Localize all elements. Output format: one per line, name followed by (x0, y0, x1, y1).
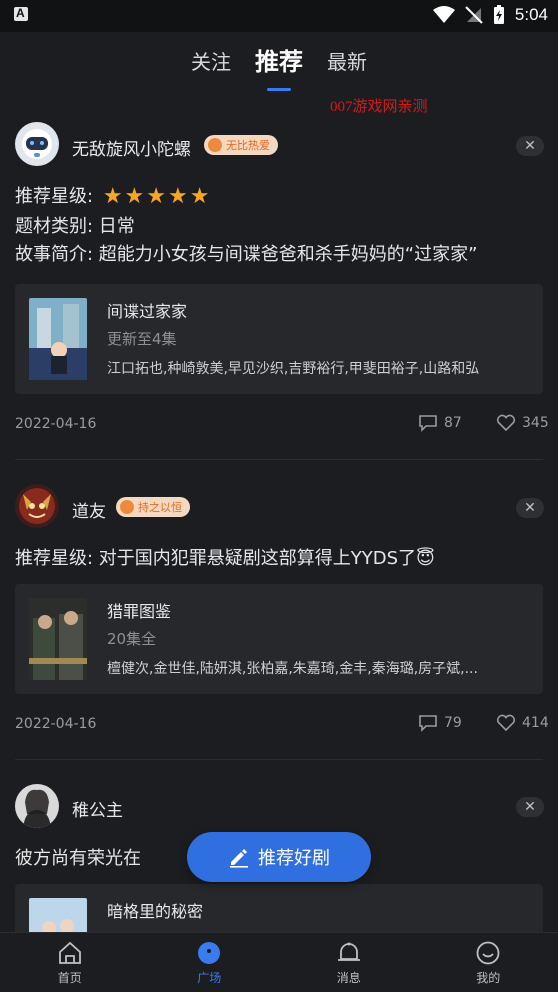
rating-stars: ★ ★ ★ ★ ★ (103, 186, 210, 208)
like-count: 414 (522, 715, 549, 731)
drama-card[interactable]: 暗格里的秘密 (15, 884, 543, 932)
dismiss-button[interactable]: ✕ (516, 498, 544, 518)
post-card: 道友 持之以恒 ✕ 推荐星级: 对于国内犯罪悬疑剧这部算得上YYDS了😇 猎罪图… (0, 484, 558, 760)
no-signal-icon (465, 6, 483, 24)
drama-title: 猎罪图鉴 (107, 602, 172, 621)
drama-title: 间谍过家家 (107, 302, 188, 321)
badge-label: 无比热爱 (226, 139, 270, 152)
avatar[interactable] (15, 122, 59, 166)
like-count: 345 (522, 415, 549, 431)
wifi-icon (432, 6, 455, 23)
post-date: 2022-04-16 (15, 416, 97, 432)
status-icons: 5:04 (432, 5, 548, 25)
user-badge: 无比热爱 (204, 135, 278, 155)
nav-messages-label: 消息 (336, 971, 361, 985)
flame-icon (120, 500, 134, 514)
flame-icon (208, 138, 222, 152)
status-bar: 5:04 (0, 0, 558, 32)
app-notification-icon (14, 6, 28, 21)
username[interactable]: 道友 (72, 497, 106, 522)
post-date: 2022-04-16 (15, 716, 97, 732)
username[interactable]: 无敌旋风小陀螺 (72, 135, 191, 160)
genre-line: 题材类别: 日常 (15, 216, 135, 237)
drama-cast: 檀健次,金世佳,陆妍淇,张柏嘉,朱嘉琦,金丰,秦海璐,房子斌,... (107, 661, 478, 677)
tab-follow[interactable]: 关注 (191, 40, 231, 75)
tab-recommended[interactable]: 推荐 (255, 40, 303, 91)
drama-card[interactable]: 间谍过家家 更新至4集 江口拓也,种崎敦美,早见沙织,吉野裕行,甲斐田裕子,山路… (15, 284, 543, 394)
like-button[interactable]: 414 (496, 714, 549, 732)
heart-icon (496, 714, 516, 732)
poster-image (29, 298, 87, 380)
poster-image (29, 598, 87, 680)
bottom-nav: 首页 广场 消息 我的 (0, 932, 558, 992)
comment-count: 87 (444, 415, 462, 431)
recommend-drama-button[interactable]: 推荐好剧 (187, 832, 371, 882)
smile-icon (476, 941, 500, 965)
dismiss-button[interactable]: ✕ (516, 797, 544, 817)
drama-title: 暗格里的秘密 (107, 902, 204, 921)
synopsis-line: 故事简介: 超能力小女孩与间谍爸爸和杀手妈妈的“过家家” (15, 244, 478, 265)
tab-recommended-label: 推荐 (255, 48, 303, 76)
heart-icon (496, 414, 516, 432)
star-icon: ★ (146, 184, 167, 209)
star-icon: ★ (102, 184, 123, 209)
comment-button[interactable]: 87 (418, 414, 462, 432)
drama-cast: 江口拓也,种崎敦美,早见沙织,吉野裕行,甲斐田裕子,山路和弘 (107, 361, 480, 377)
nav-profile-label: 我的 (476, 971, 501, 985)
feed-tabs: 关注 推荐 最新 (0, 40, 558, 91)
comment-count: 79 (444, 715, 462, 731)
comment-icon (419, 415, 437, 432)
drama-episodes: 20集全 (107, 630, 157, 648)
edit-icon (230, 849, 248, 868)
drama-card[interactable]: 猎罪图鉴 20集全 檀健次,金世佳,陆妍淇,张柏嘉,朱嘉琦,金丰,秦海璐,房子斌… (15, 584, 543, 694)
divider (15, 459, 543, 460)
home-icon (58, 941, 81, 964)
username[interactable]: 稚公主 (72, 796, 123, 821)
rating-label: 推荐星级: (15, 186, 94, 207)
comment-icon (419, 715, 437, 732)
divider (15, 759, 543, 760)
avatar[interactable] (15, 784, 59, 828)
badge-label: 持之以恒 (138, 501, 182, 514)
drama-episodes: 更新至4集 (107, 330, 177, 348)
clock: 5:04 (514, 5, 548, 24)
battery-icon (493, 5, 504, 24)
star-icon: ★ (189, 184, 210, 209)
nav-messages[interactable]: 消息 (279, 933, 419, 992)
post-text: 彼方尚有荣光在 (15, 848, 141, 869)
nav-square[interactable]: 广场 (140, 933, 280, 992)
tab-active-indicator (267, 88, 291, 91)
nav-profile[interactable]: 我的 (419, 933, 558, 992)
post-card: 无敌旋风小陀螺 无比热爱 ✕ 推荐星级: ★ ★ ★ ★ ★ 题材类别: 日常 … (0, 120, 558, 460)
poster-image (29, 898, 87, 932)
watermark: 007游戏网亲测 (330, 99, 428, 115)
dismiss-button[interactable]: ✕ (516, 136, 544, 156)
nav-home[interactable]: 首页 (0, 933, 140, 992)
star-icon: ★ (168, 184, 188, 209)
star-icon: ★ (124, 184, 145, 209)
like-button[interactable]: 345 (496, 414, 549, 432)
comment-button[interactable]: 79 (418, 714, 462, 732)
square-icon (198, 942, 221, 964)
recommend-drama-label: 推荐好剧 (258, 848, 330, 869)
nav-home-label: 首页 (57, 971, 82, 985)
bell-icon (337, 942, 360, 961)
user-badge: 持之以恒 (116, 497, 190, 517)
avatar[interactable] (15, 484, 59, 528)
tab-latest[interactable]: 最新 (327, 40, 367, 75)
nav-square-label: 广场 (197, 971, 222, 985)
rating-line: 推荐星级: ★ ★ ★ ★ ★ (15, 182, 209, 208)
post-text: 推荐星级: 对于国内犯罪悬疑剧这部算得上YYDS了😇 (15, 548, 435, 569)
